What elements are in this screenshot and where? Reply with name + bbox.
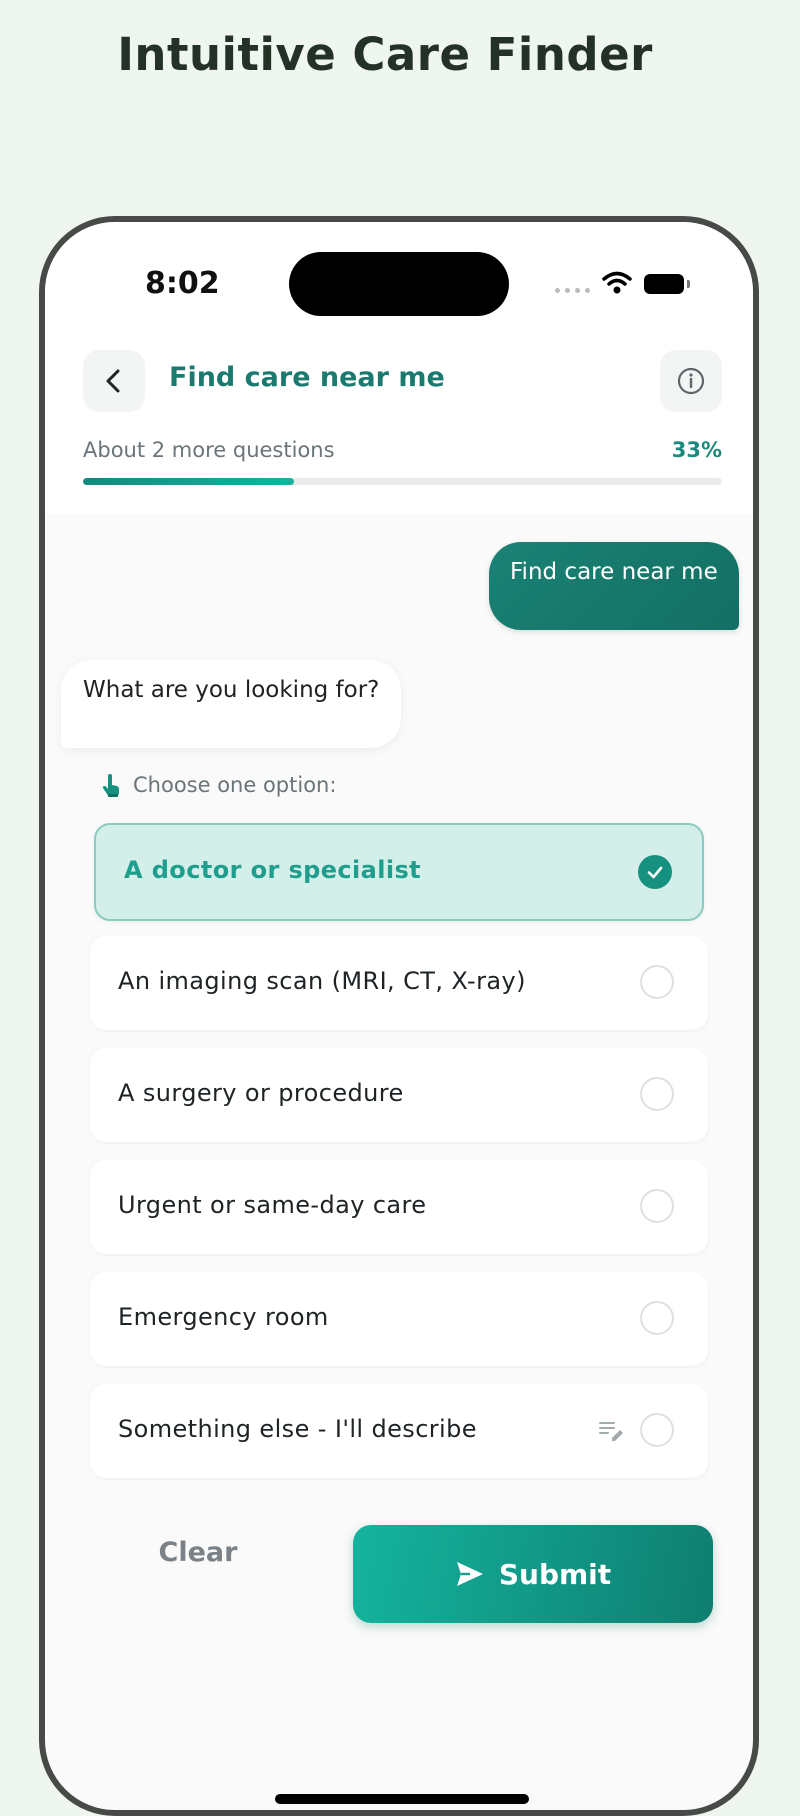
selected-check-radio[interactable] — [638, 855, 672, 889]
user-message-bubble: Find care near me — [489, 542, 739, 630]
option-surgery-procedure[interactable]: A surgery or procedure — [90, 1048, 708, 1142]
chevron-left-icon — [106, 369, 120, 393]
radio-button[interactable] — [640, 1077, 674, 1111]
option-urgent-care[interactable]: Urgent or same-day care — [90, 1160, 708, 1254]
progress-label: About 2 more questions — [83, 438, 335, 462]
progress-fill — [83, 478, 294, 485]
phone-frame: 8:02 Find care near me About 2 more ques… — [39, 216, 759, 1816]
choose-label: Choose one option: — [133, 773, 337, 797]
battery-icon — [644, 274, 684, 294]
back-button[interactable] — [83, 350, 145, 412]
option-imaging-scan[interactable]: An imaging scan (MRI, CT, X-ray) — [90, 936, 708, 1030]
info-icon — [677, 367, 705, 395]
send-icon — [456, 1562, 483, 1586]
promo-title: Intuitive Care Finder — [117, 28, 653, 81]
radio-button[interactable] — [640, 1189, 674, 1223]
option-something-else[interactable]: Something else - I'll describe — [90, 1384, 708, 1478]
radio-button[interactable] — [640, 965, 674, 999]
battery-tip — [687, 280, 690, 288]
info-button[interactable] — [660, 350, 722, 412]
clear-button[interactable]: Clear — [123, 1528, 273, 1578]
option-label: An imaging scan (MRI, CT, X-ray) — [118, 967, 526, 995]
submit-button[interactable]: Submit — [353, 1525, 713, 1623]
status-time: 8:02 — [145, 266, 220, 301]
dynamic-island — [289, 252, 509, 316]
wifi-icon — [602, 271, 632, 294]
checkmark-icon — [647, 866, 663, 879]
choose-hint: Choose one option: — [99, 772, 336, 798]
progress-bar — [83, 478, 722, 485]
progress-percent: 33% — [671, 438, 722, 462]
bot-message-bubble: What are you looking for? — [61, 660, 401, 748]
cellular-signal-icon — [555, 288, 590, 293]
tap-hand-icon — [102, 774, 119, 797]
submit-label: Submit — [498, 1557, 612, 1591]
home-indicator — [275, 1794, 529, 1804]
page-title: Find care near me — [169, 362, 445, 393]
option-label: A surgery or procedure — [118, 1079, 404, 1107]
header: Find care near me About 2 more questions… — [45, 332, 753, 514]
option-label: Something else - I'll describe — [118, 1415, 477, 1443]
option-label: Emergency room — [118, 1303, 329, 1331]
option-label: Urgent or same-day care — [118, 1191, 427, 1219]
option-emergency-room[interactable]: Emergency room — [90, 1272, 708, 1366]
radio-button[interactable] — [640, 1413, 674, 1447]
option-label: A doctor or specialist — [124, 856, 422, 884]
option-doctor-specialist[interactable]: A doctor or specialist — [94, 823, 704, 921]
radio-button[interactable] — [640, 1301, 674, 1335]
status-bar: 8:02 — [45, 222, 753, 332]
edit-note-icon — [599, 1422, 623, 1441]
